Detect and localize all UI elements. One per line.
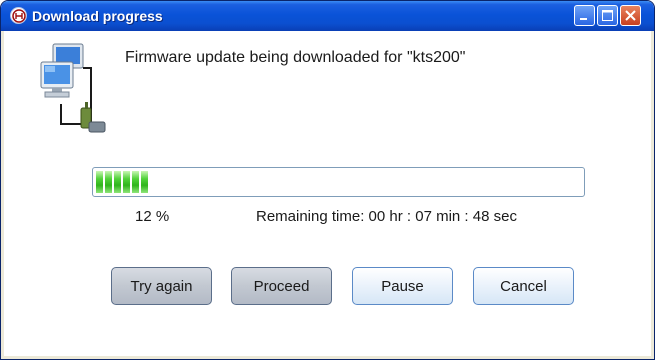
remaining-time: Remaining time: 00 hr : 07 min : 48 sec: [256, 208, 517, 225]
download-progress-window: Download progress Firmware update being …: [0, 0, 655, 360]
close-icon: [625, 10, 636, 21]
try-again-button[interactable]: Try again: [111, 267, 212, 305]
minimize-button[interactable]: [574, 5, 595, 26]
pause-button[interactable]: Pause: [352, 267, 453, 305]
progress-segment: [132, 171, 139, 193]
progress-percent: 12 %: [135, 208, 170, 225]
proceed-button[interactable]: Proceed: [231, 267, 332, 305]
progress-segment: [105, 171, 112, 193]
window-title: Download progress: [32, 8, 163, 24]
progress-segment: [123, 171, 130, 193]
progress-segment: [141, 171, 148, 193]
network-computers-icon: [39, 42, 107, 143]
cancel-button[interactable]: Cancel: [473, 267, 574, 305]
progress-segment: [114, 171, 121, 193]
close-button[interactable]: [620, 5, 641, 26]
progress-segment: [96, 171, 103, 193]
maximize-icon: [602, 10, 613, 21]
progress-fill: [96, 171, 150, 193]
download-progress-bar: [92, 167, 585, 197]
download-message: Firmware update being downloaded for "kt…: [125, 49, 466, 66]
minimize-icon: [580, 18, 587, 20]
app-logo-icon: [10, 7, 27, 24]
title-bar[interactable]: Download progress: [1, 1, 654, 31]
maximize-button[interactable]: [597, 5, 618, 26]
